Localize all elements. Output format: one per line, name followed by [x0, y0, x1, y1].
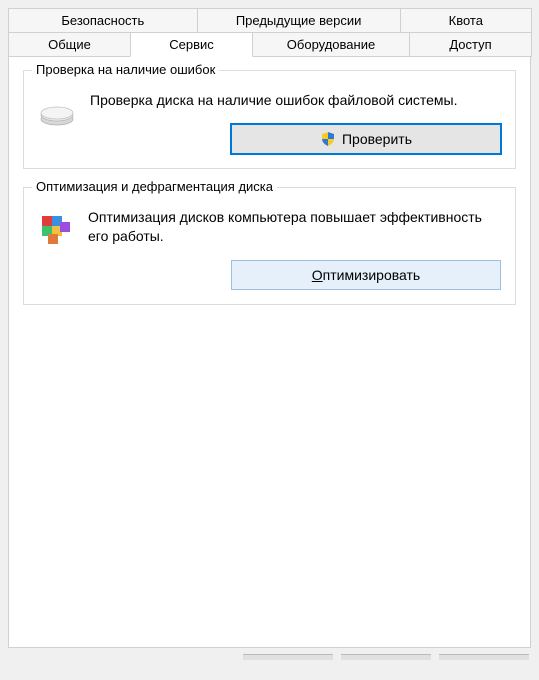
check-button-label: Проверить [342, 131, 412, 147]
error-check-group: Проверка на наличие ошибок Проверка диск… [23, 70, 516, 169]
optimize-group: Оптимизация и дефрагментация диска Оптим… [23, 187, 516, 305]
properties-dialog: Безопасность Предыдущие версии Квота Общ… [0, 0, 539, 680]
disk-icon [38, 99, 76, 127]
tab-general[interactable]: Общие [8, 32, 131, 57]
error-check-title: Проверка на наличие ошибок [32, 62, 219, 77]
footer-button[interactable] [243, 654, 333, 660]
tab-quota[interactable]: Квота [400, 8, 532, 32]
optimize-button[interactable]: Оптимизировать [231, 260, 501, 290]
footer-button[interactable] [439, 654, 529, 660]
error-check-desc: Проверка диска на наличие ошибок файлово… [90, 91, 501, 110]
footer-button[interactable] [341, 654, 431, 660]
optimize-button-label: Оптимизировать [312, 267, 420, 283]
tab-security[interactable]: Безопасность [8, 8, 198, 32]
defrag-icon [38, 212, 74, 248]
dialog-footer [8, 654, 531, 672]
optimize-title: Оптимизация и дефрагментация диска [32, 179, 277, 194]
tab-content: Проверка на наличие ошибок Проверка диск… [8, 56, 531, 648]
shield-icon [320, 131, 336, 147]
optimize-desc: Оптимизация дисков компьютера повышает э… [88, 208, 501, 246]
tab-strip: Безопасность Предыдущие версии Квота Общ… [8, 8, 531, 57]
tab-previous-versions[interactable]: Предыдущие версии [197, 8, 401, 32]
tab-tools[interactable]: Сервис [130, 32, 253, 57]
check-button[interactable]: Проверить [231, 124, 501, 154]
tab-sharing[interactable]: Доступ [409, 32, 532, 57]
tab-hardware[interactable]: Оборудование [252, 32, 410, 57]
